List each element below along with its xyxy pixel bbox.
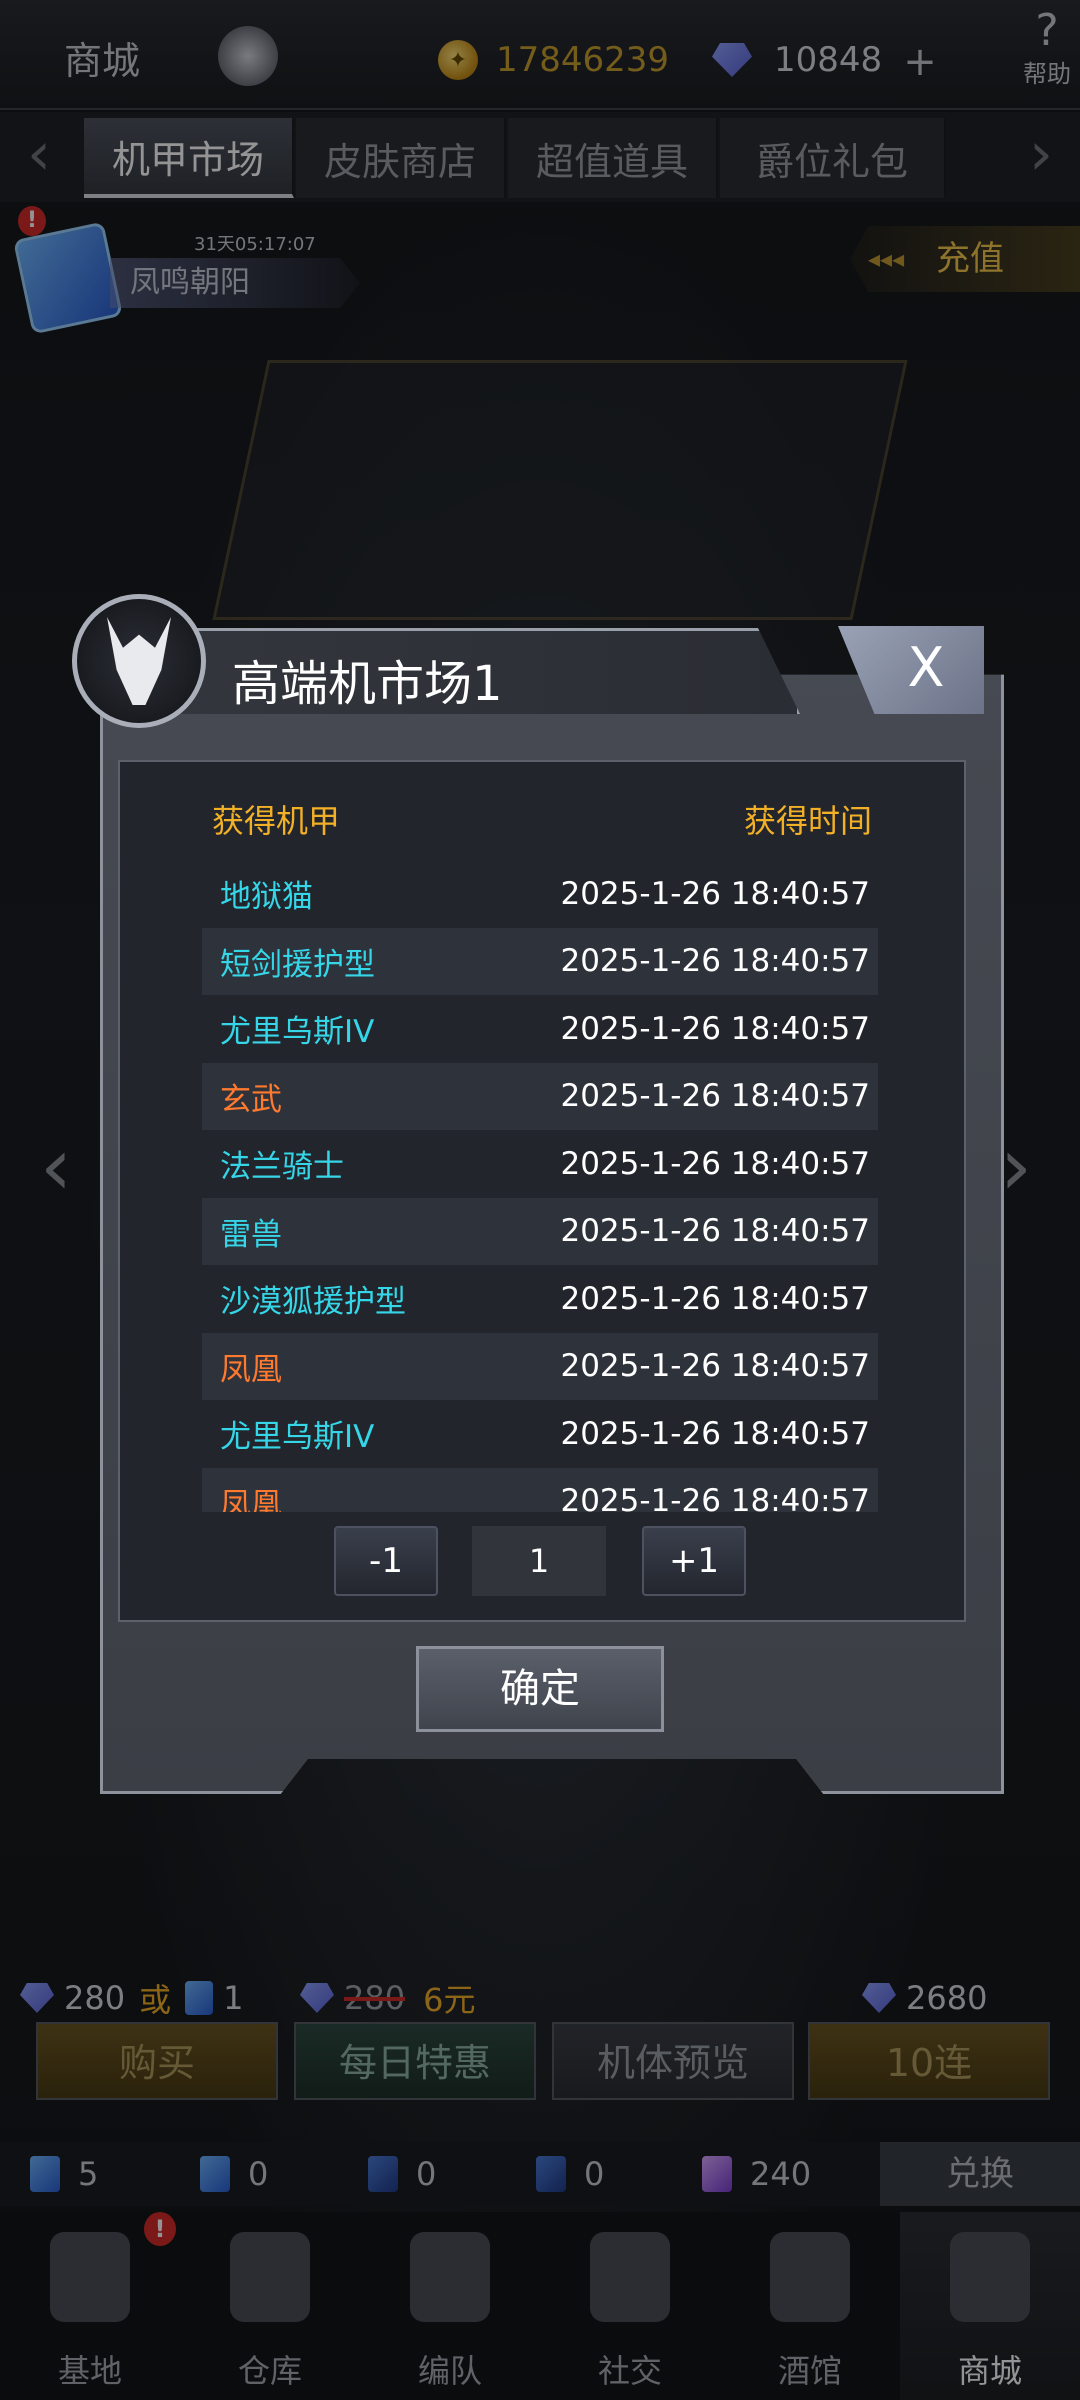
obtain-time: 2025-1-26 18:40:57 (560, 1213, 870, 1250)
mech-name: 短剑援护型 (220, 946, 375, 983)
result-list[interactable]: 地狱猫 2025-1-26 18:40:57 短剑援护型 2025-1-26 18:4… (202, 860, 878, 1512)
modal-title: 高端机市场1 (232, 656, 503, 712)
obtain-time: 2025-1-26 18:40:57 (560, 1280, 870, 1317)
mech-name: 凤凰 (220, 1351, 282, 1388)
obtain-time: 2025-1-26 18:40:57 (560, 1348, 870, 1385)
obtain-time: 2025-1-26 18:40:57 (560, 875, 870, 912)
page-number: 1 (472, 1526, 606, 1596)
page-minus-button[interactable]: -1 (334, 1526, 438, 1596)
obtain-time: 2025-1-26 18:40:57 (560, 1078, 870, 1115)
obtain-time: 2025-1-26 18:40:57 (560, 943, 870, 980)
result-row: 短剑援护型 2025-1-26 18:40:57 (202, 927, 878, 995)
column-mech: 获得机甲 (212, 802, 341, 840)
page-plus-button[interactable]: +1 (642, 1526, 746, 1596)
confirm-button[interactable]: 确定 (416, 1646, 664, 1732)
result-row: 尤里乌斯IV 2025-1-26 18:40:57 (202, 1400, 878, 1468)
result-row: 尤里乌斯IV 2025-1-26 18:40:57 (202, 995, 878, 1063)
mech-name: 法兰骑士 (220, 1149, 344, 1186)
obtain-time: 2025-1-26 18:40:57 (560, 1415, 870, 1452)
mech-name: 尤里乌斯IV (220, 1419, 375, 1456)
result-row: 雷兽 2025-1-26 18:40:57 (202, 1197, 878, 1265)
column-time: 获得时间 (744, 802, 873, 840)
result-row: 玄武 2025-1-26 18:40:57 (202, 1062, 878, 1130)
obtain-time: 2025-1-26 18:40:57 (560, 1483, 870, 1512)
mech-name: 沙漠狐援护型 (220, 1284, 406, 1321)
mech-name: 尤里乌斯IV (220, 1014, 375, 1051)
result-row: 地狱猫 2025-1-26 18:40:57 (202, 860, 878, 928)
obtain-time: 2025-1-26 18:40:57 (560, 1145, 870, 1182)
mech-name: 玄武 (220, 1081, 282, 1118)
mech-name: 雷兽 (220, 1216, 282, 1253)
mech-name: 地狱猫 (220, 879, 313, 916)
mech-name: 凤凰 (220, 1486, 282, 1512)
result-row: 法兰骑士 2025-1-26 18:40:57 (202, 1130, 878, 1198)
mech-emblem-icon (72, 594, 206, 728)
result-row: 沙漠狐援护型 2025-1-26 18:40:57 (202, 1265, 878, 1333)
result-row: 凤凰 2025-1-26 18:40:57 (202, 1467, 878, 1512)
obtain-time: 2025-1-26 18:40:57 (560, 1010, 870, 1047)
result-row: 凤凰 2025-1-26 18:40:57 (202, 1332, 878, 1400)
